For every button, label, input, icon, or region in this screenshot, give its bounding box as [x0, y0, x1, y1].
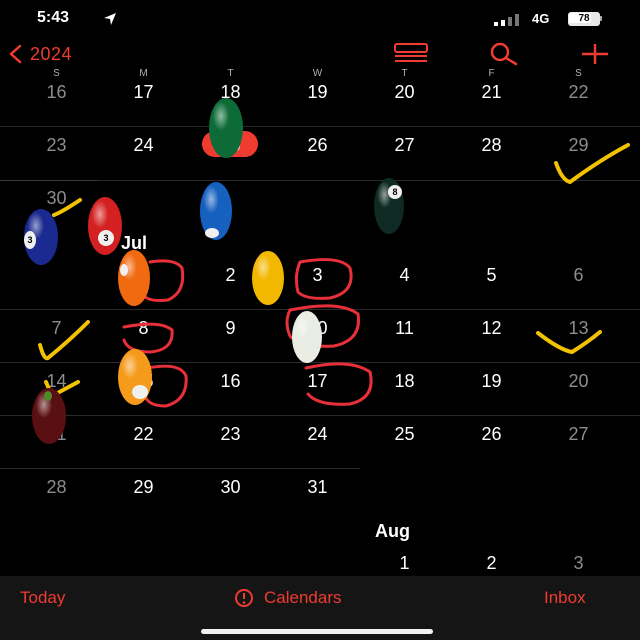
day-cell[interactable]: 29: [100, 477, 187, 498]
day-cell[interactable]: 19: [448, 371, 535, 392]
tab-today[interactable]: Today: [20, 588, 65, 608]
day-cell[interactable]: 26: [448, 424, 535, 445]
day-cell[interactable]: 18: [187, 82, 274, 103]
day-cell[interactable]: 21: [13, 424, 100, 445]
day-cell[interactable]: 20: [535, 371, 622, 392]
day-cell[interactable]: 1: [100, 265, 187, 286]
day-cell[interactable]: 5: [448, 265, 535, 286]
weekday-thu: T: [401, 68, 408, 79]
day-cell[interactable]: 17: [274, 371, 361, 392]
day-cell[interactable]: 26: [274, 135, 361, 156]
list-view-icon[interactable]: [393, 42, 429, 64]
day-cell[interactable]: 25: [361, 424, 448, 445]
day-cell-today[interactable]: 25: [187, 135, 274, 156]
month-label-august: Aug: [375, 521, 410, 541]
tab-calendars[interactable]: Calendars: [234, 588, 342, 608]
back-label: 2024: [30, 43, 73, 64]
day-cell[interactable]: 28: [13, 477, 100, 498]
day-cell[interactable]: 31: [274, 477, 361, 498]
day-cell[interactable]: 14: [13, 371, 100, 392]
day-cell[interactable]: 27: [535, 424, 622, 445]
day-cell[interactable]: 12: [448, 318, 535, 339]
day-cell[interactable]: 20: [361, 82, 448, 103]
battery-level: 78: [578, 13, 590, 24]
day-cell[interactable]: 22: [535, 82, 622, 103]
calendar-grid: 16 17 18 19 20 21 22 23 24 25 26 27 28 2…: [0, 80, 640, 576]
day-cell[interactable]: 7: [13, 318, 100, 339]
day-cell[interactable]: 27: [361, 135, 448, 156]
weekday-sun: S: [53, 68, 60, 79]
day-cell[interactable]: 30: [13, 188, 100, 209]
day-cell[interactable]: 23: [13, 135, 100, 156]
day-cell[interactable]: 18: [361, 371, 448, 392]
day-cell[interactable]: 2: [187, 265, 274, 286]
day-cell[interactable]: 2: [448, 553, 535, 574]
day-cell[interactable]: 24: [100, 135, 187, 156]
day-cell[interactable]: 21: [448, 82, 535, 103]
weekday-fri: F: [488, 68, 495, 79]
day-cell[interactable]: 8: [100, 318, 187, 339]
day-cell[interactable]: 28: [448, 135, 535, 156]
status-bar: 5:43 4G 78: [0, 0, 640, 40]
day-cell[interactable]: 22: [100, 424, 187, 445]
alert-circle-icon: [235, 589, 253, 607]
status-time: 5:43: [37, 9, 70, 26]
day-cell[interactable]: 4: [361, 265, 448, 286]
day-cell[interactable]: 9: [187, 318, 274, 339]
month-divider: [0, 180, 98, 181]
month-label-july: Jul: [121, 233, 148, 253]
week-divider: [0, 309, 640, 310]
day-cell[interactable]: 1: [361, 553, 448, 574]
weekday-mon: M: [139, 68, 148, 79]
week-divider: [0, 468, 360, 469]
weekday-sat: S: [575, 68, 582, 79]
day-cell[interactable]: 29: [535, 135, 622, 156]
day-cell[interactable]: 24: [274, 424, 361, 445]
day-cell[interactable]: 23: [187, 424, 274, 445]
tab-inbox[interactable]: Inbox: [544, 588, 586, 608]
week-divider: [0, 126, 640, 127]
day-cell[interactable]: 13: [535, 318, 622, 339]
home-indicator[interactable]: [201, 629, 433, 634]
day-cell[interactable]: 3: [274, 265, 361, 286]
day-cell[interactable]: 16: [187, 371, 274, 392]
day-cell[interactable]: 30: [187, 477, 274, 498]
week-divider: [0, 415, 640, 416]
weekday-tue: T: [227, 68, 234, 79]
day-cell[interactable]: 16: [13, 82, 100, 103]
signal-bars-icon: [494, 14, 519, 26]
day-cell[interactable]: 17: [100, 82, 187, 103]
day-cell[interactable]: 19: [274, 82, 361, 103]
day-cell[interactable]: 10: [274, 318, 361, 339]
day-cell[interactable]: 6: [535, 265, 622, 286]
day-cell[interactable]: 11: [361, 318, 448, 339]
day-cell[interactable]: 15: [100, 371, 187, 392]
tab-bar: Today Calendars Inbox: [0, 576, 640, 640]
chevron-left-icon: [9, 44, 22, 64]
tab-calendars-label: Calendars: [264, 588, 342, 607]
day-cell[interactable]: 3: [535, 553, 622, 574]
battery-icon: 78: [568, 12, 602, 26]
search-icon[interactable]: [486, 42, 520, 66]
week-divider: [0, 362, 640, 363]
weekday-wed: W: [312, 68, 323, 79]
network-type: 4G: [532, 11, 550, 26]
add-icon[interactable]: [580, 42, 610, 66]
back-button[interactable]: 2024: [8, 43, 72, 65]
location-arrow-icon: [104, 13, 116, 25]
